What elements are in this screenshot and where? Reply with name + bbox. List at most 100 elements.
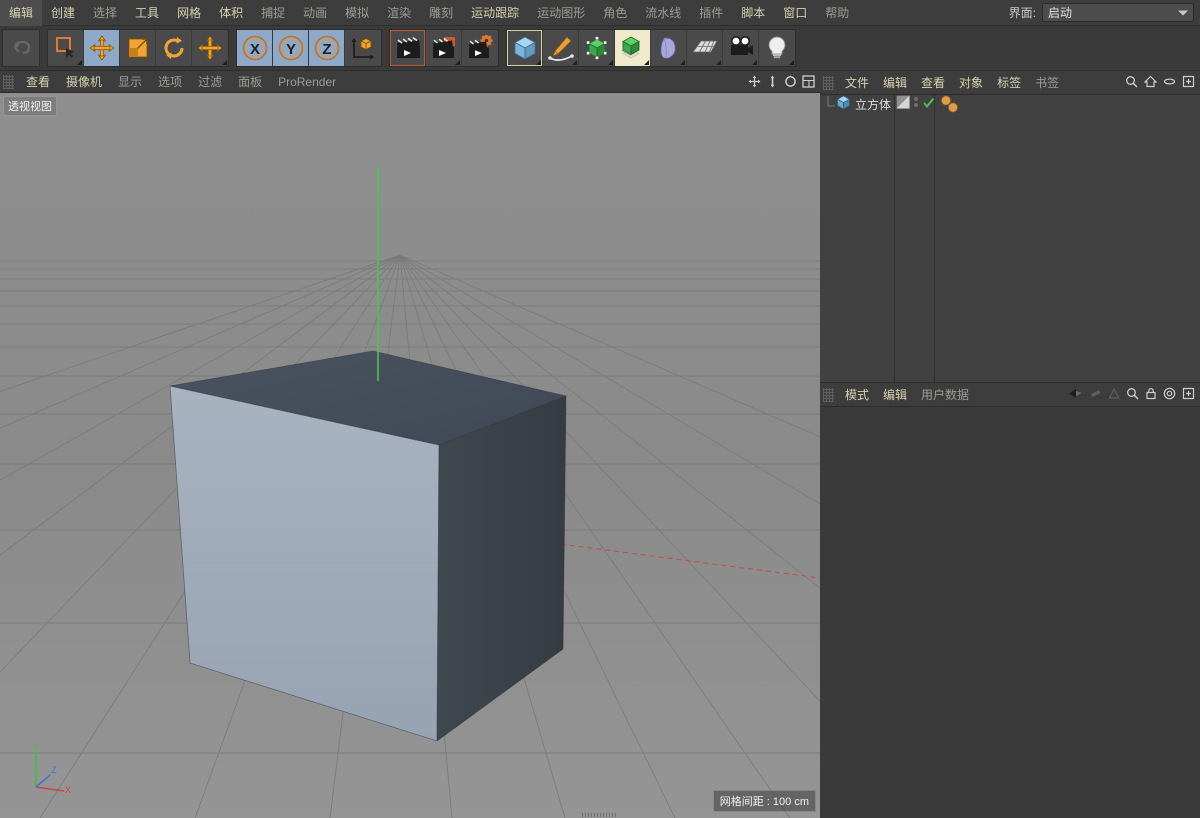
undo-button[interactable] (3, 30, 39, 66)
toolbar-group-objects (506, 29, 796, 67)
back-arrow-icon[interactable] (1068, 387, 1083, 405)
menu-item-pipeline[interactable]: 流水线 (636, 0, 690, 26)
array-generator-button[interactable] (615, 30, 651, 66)
panel-grip-icon[interactable] (823, 75, 834, 90)
attribute-menu-user-data[interactable]: 用户数据 (914, 383, 976, 407)
add-cube-button[interactable] (507, 30, 543, 66)
toolbar-group-undo (2, 29, 40, 67)
menu-item-edit[interactable]: 编辑 (0, 0, 43, 26)
menu-item-script[interactable]: 脚本 (732, 0, 774, 26)
window-resize-handle[interactable] (582, 813, 618, 817)
menu-item-plugins[interactable]: 插件 (690, 0, 732, 26)
interface-select[interactable]: 启动 (1042, 3, 1194, 22)
deformer-button[interactable] (651, 30, 687, 66)
phong-tag-icon[interactable] (896, 95, 910, 114)
render-to-picture-viewer-button[interactable] (426, 30, 462, 66)
object-menu-view[interactable]: 查看 (914, 71, 952, 95)
object-manager[interactable]: 立方体 (820, 95, 1200, 383)
object-menu-objects[interactable]: 对象 (952, 71, 990, 95)
viewport-menu-prorender[interactable]: ProRender (270, 71, 344, 93)
dropdown-corner-icon (680, 60, 685, 65)
camera-button[interactable] (723, 30, 759, 66)
target-icon[interactable] (1163, 387, 1176, 405)
environment-button[interactable] (687, 30, 723, 66)
toolbar-group-render (389, 29, 499, 67)
nurbs-generator-button[interactable] (579, 30, 615, 66)
search-icon[interactable] (1126, 387, 1139, 405)
menu-item-sculpt[interactable]: 雕刻 (420, 0, 462, 26)
viewport-pan-icon[interactable] (747, 74, 762, 89)
viewport-menu-view[interactable]: 查看 (18, 71, 58, 93)
menu-item-animate[interactable]: 动画 (294, 0, 336, 26)
search-icon[interactable] (1125, 75, 1138, 93)
new-attribute-icon[interactable] (1182, 387, 1195, 405)
viewport-dolly-icon[interactable] (765, 74, 780, 89)
menu-item-motion-tracker[interactable]: 运动跟踪 (462, 0, 528, 26)
menu-item-mesh[interactable]: 网格 (168, 0, 210, 26)
render-view-button[interactable] (390, 30, 426, 66)
svg-text:X: X (249, 41, 259, 58)
visibility-dots-icon[interactable] (913, 95, 919, 114)
object-name-label: 立方体 (855, 98, 892, 112)
right-panel-column: 文件 编辑 查看 对象 标签 书签 立方体 模式 编辑 用户数据 (820, 71, 1200, 818)
object-menu-bookmarks[interactable]: 书签 (1028, 71, 1066, 95)
menu-item-character[interactable]: 角色 (594, 0, 636, 26)
world-object-coord-button[interactable] (345, 30, 381, 66)
dropdown-corner-icon (572, 60, 577, 65)
menu-item-select[interactable]: 选择 (84, 0, 126, 26)
viewport-menu-display[interactable]: 显示 (110, 71, 150, 93)
material-tags (938, 95, 966, 114)
live-selection-button[interactable] (48, 30, 84, 66)
home-icon[interactable] (1143, 75, 1158, 93)
dropdown-corner-icon (455, 60, 460, 65)
object-row-cube[interactable]: 立方体 (820, 95, 1200, 114)
toolbar-group-axis-lock: X Y Z (236, 29, 382, 67)
axis-move-button[interactable] (192, 30, 228, 66)
viewport-menu-options[interactable]: 选项 (150, 71, 190, 93)
lock-y-axis-button[interactable]: Y (273, 30, 309, 66)
scale-tool-button[interactable] (120, 30, 156, 66)
dropdown-corner-icon (752, 60, 757, 65)
light-button[interactable] (759, 30, 795, 66)
cube-object-icon (836, 95, 851, 115)
viewport-layout-icon[interactable] (801, 74, 816, 89)
viewport-menu-camera[interactable]: 摄像机 (58, 71, 110, 93)
dropdown-corner-icon (77, 60, 82, 65)
menu-item-create[interactable]: 创建 (42, 0, 84, 26)
render-settings-button[interactable] (462, 30, 498, 66)
attribute-menu-edit[interactable]: 编辑 (876, 383, 914, 407)
add-spline-button[interactable] (543, 30, 579, 66)
panel-grip-icon[interactable] (3, 74, 14, 89)
attribute-manager[interactable] (820, 407, 1200, 818)
dropdown-corner-icon (789, 60, 794, 65)
object-menu-edit[interactable]: 编辑 (876, 71, 914, 95)
object-menu-tags[interactable]: 标签 (990, 71, 1028, 95)
lock-icon[interactable] (1145, 387, 1157, 405)
grid-spacing-info: 网格间距 : 100 cm (712, 790, 816, 812)
ellipse-icon[interactable] (1163, 75, 1176, 93)
menu-item-render[interactable]: 渲染 (378, 0, 420, 26)
lock-x-axis-button[interactable]: X (237, 30, 273, 66)
menu-item-volume[interactable]: 体积 (210, 0, 252, 26)
viewport-menu-panel[interactable]: 面板 (230, 71, 270, 93)
menu-item-window[interactable]: 窗口 (774, 0, 816, 26)
panel-grip-icon[interactable] (823, 387, 834, 402)
new-layer-icon[interactable] (1182, 75, 1195, 93)
attribute-menu-mode[interactable]: 模式 (838, 383, 876, 407)
up-arrow-icon[interactable] (1108, 387, 1120, 405)
menu-item-help[interactable]: 帮助 (816, 0, 858, 26)
green-check-tag-icon[interactable] (922, 96, 935, 114)
lock-z-axis-button[interactable]: Z (309, 30, 345, 66)
menu-item-tools[interactable]: 工具 (126, 0, 168, 26)
menu-item-snap[interactable]: 捕捉 (252, 0, 294, 26)
viewport-canvas[interactable]: 透视视图 Y X Z 网格间距 : 100 cm (0, 93, 820, 818)
menu-item-mograph[interactable]: 运动图形 (528, 0, 594, 26)
viewport-panel: 查看 摄像机 显示 选项 过滤 面板 ProRender 透视视图 Y X Z … (0, 71, 820, 818)
forward-arrow-icon[interactable] (1089, 387, 1102, 405)
object-menu-file[interactable]: 文件 (838, 71, 876, 95)
rotate-tool-button[interactable] (156, 30, 192, 66)
viewport-orbit-icon[interactable] (783, 74, 798, 89)
menu-item-simulate[interactable]: 模拟 (336, 0, 378, 26)
viewport-menu-filter[interactable]: 过滤 (190, 71, 230, 93)
move-tool-button[interactable] (84, 30, 120, 66)
